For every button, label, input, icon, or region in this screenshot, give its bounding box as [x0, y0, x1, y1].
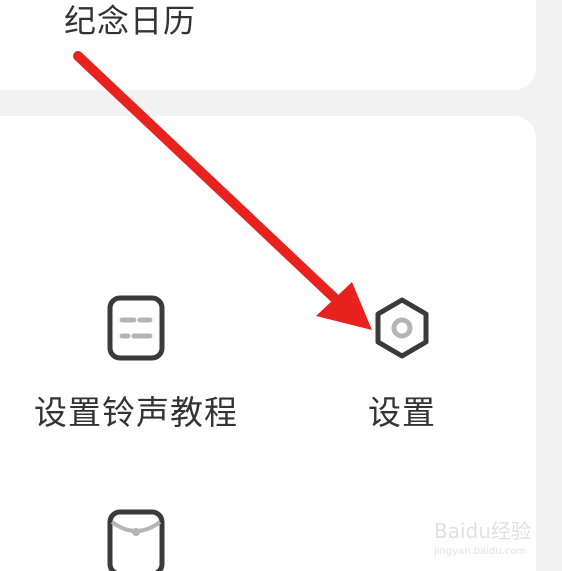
box-icon — [104, 506, 168, 571]
calendar-card[interactable]: 纪念日历 — [0, 0, 536, 90]
ringtone-tutorial-button[interactable]: 设置铃声教程 — [28, 294, 244, 434]
app-screen: 纪念日历 设置铃声教程 设置 Baidu经验 jingyan.baidu.com — [0, 0, 562, 571]
calendar-card-title: 纪念日历 — [64, 2, 197, 40]
settings-label: 设置 — [368, 393, 436, 432]
ringtone-tutorial-label: 设置铃声教程 — [34, 393, 238, 432]
settings-button[interactable]: 设置 — [362, 294, 442, 434]
hexagon-gear-icon — [370, 294, 434, 362]
box-tool-button[interactable] — [104, 506, 168, 571]
document-lines-icon — [104, 294, 168, 362]
